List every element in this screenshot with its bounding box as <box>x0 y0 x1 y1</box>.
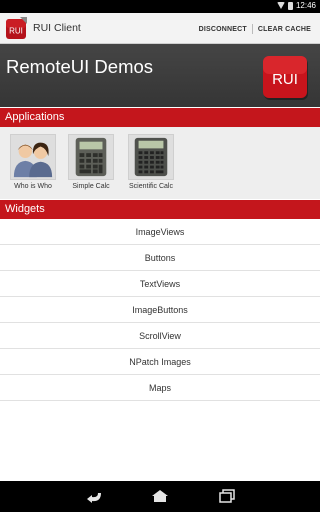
hero-title: RemoteUI Demos <box>6 56 154 77</box>
status-time: 12:46 <box>295 1 316 10</box>
app-logo-icon: RUI <box>6 17 27 39</box>
back-icon[interactable] <box>82 488 104 504</box>
home-icon[interactable] <box>149 488 171 504</box>
disconnect-button[interactable]: DISCONNECT <box>194 26 252 33</box>
people-icon <box>10 134 56 180</box>
widget-item-imageviews[interactable]: ImageViews <box>0 219 320 245</box>
app-tile-simple-calc[interactable]: Simple Calc <box>59 134 123 190</box>
scientific-calculator-icon <box>128 134 174 180</box>
app-label: Who is Who <box>14 183 52 190</box>
widget-item-npatch-images[interactable]: NPatch Images <box>0 349 320 375</box>
widgets-list: ImageViews Buttons TextViews ImageButton… <box>0 219 320 401</box>
status-bar: 12:46 <box>0 0 320 13</box>
svg-text:RUI: RUI <box>9 27 23 36</box>
rui-logo-text: RUI <box>272 71 298 88</box>
app-label: Scientific Calc <box>129 183 173 190</box>
status-indicators: 12:46 <box>276 1 316 10</box>
navigation-bar <box>0 481 320 512</box>
rui-logo-icon: RUI <box>263 56 308 100</box>
recent-apps-icon[interactable] <box>216 488 238 504</box>
widget-item-maps[interactable]: Maps <box>0 375 320 401</box>
calculator-icon <box>68 134 114 180</box>
clear-cache-button[interactable]: CLEAR CACHE <box>253 26 316 33</box>
app-label: Simple Calc <box>72 183 110 190</box>
widget-item-scrollview[interactable]: ScrollView <box>0 323 320 349</box>
app-tile-scientific-calc[interactable]: Scientific Calc <box>119 134 183 190</box>
applications-grid: Who is Who Simple Calc Scientific Calc <box>0 127 320 199</box>
widget-item-textviews[interactable]: TextViews <box>0 271 320 297</box>
action-items: DISCONNECT CLEAR CACHE <box>194 24 316 34</box>
wifi-icon <box>276 2 285 9</box>
battery-icon <box>287 1 293 10</box>
widget-item-imagebuttons[interactable]: ImageButtons <box>0 297 320 323</box>
app-title: RUI Client <box>33 22 81 34</box>
applications-header: Applications <box>0 108 320 127</box>
widget-item-buttons[interactable]: Buttons <box>0 245 320 271</box>
action-bar: RUI RUI Client DISCONNECT CLEAR CACHE <box>0 13 320 44</box>
widgets-header: Widgets <box>0 200 320 219</box>
app-tile-who-is-who[interactable]: Who is Who <box>1 134 65 190</box>
